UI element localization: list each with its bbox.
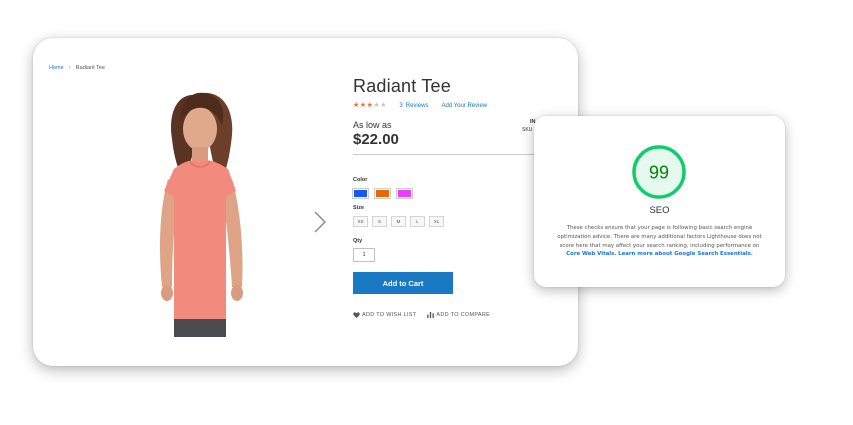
- seo-description-text: These checks ensure that your page is fo…: [557, 225, 762, 249]
- add-to-wishlist-link[interactable]: ADD TO WISH LIST: [353, 312, 416, 318]
- star-empty-icon: ★: [380, 102, 387, 109]
- color-swatch-purple[interactable]: [396, 188, 413, 199]
- product-photo: [138, 87, 263, 337]
- size-option-xl[interactable]: XL: [429, 216, 444, 227]
- color-label: Color: [353, 177, 368, 183]
- compare-label: ADD TO COMPARE: [436, 312, 491, 318]
- size-option-xs[interactable]: XS: [353, 216, 368, 227]
- color-swatch-blue[interactable]: [352, 188, 369, 199]
- star-icon: ★: [359, 102, 367, 109]
- add-to-compare-link[interactable]: ADD TO COMPARE: [427, 312, 490, 318]
- seo-score-gauge: 99: [632, 145, 686, 199]
- reviews-link[interactable]: 3 Reviews: [399, 103, 428, 109]
- color-swatch-orange[interactable]: [374, 188, 391, 199]
- seo-score-card: 99 SEO These checks ensure that your pag…: [534, 116, 785, 287]
- size-label: Size: [353, 205, 365, 211]
- product-title: Radiant Tee: [353, 76, 451, 96]
- breadcrumb-home-link[interactable]: Home: [49, 65, 64, 71]
- sku-label: SKU: [522, 127, 533, 133]
- rating-summary: ★ ★ ★ ★ ★ 3 Reviews Add Your Review: [353, 102, 578, 109]
- reviews-word: Reviews: [405, 102, 429, 109]
- size-option-s[interactable]: S: [372, 216, 387, 227]
- qty-label: Qty: [353, 238, 363, 244]
- star-empty-icon: ★: [373, 102, 380, 109]
- color-swatches: [352, 188, 413, 199]
- seo-description: These checks ensure that your page is fo…: [552, 224, 767, 259]
- breadcrumb-separator-icon: ›: [68, 65, 71, 71]
- star-icon: ★: [366, 102, 373, 109]
- wishlist-label: ADD TO WISH LIST: [362, 312, 417, 318]
- breadcrumb: Home › Radiant Tee: [49, 65, 105, 71]
- review-count: 3: [399, 102, 403, 109]
- seo-score-value: 99: [649, 163, 669, 183]
- size-option-m[interactable]: M: [391, 216, 406, 227]
- product-actions: ADD TO WISH LIST ADD TO COMPARE: [353, 312, 490, 318]
- star-rating: ★ ★ ★ ★ ★: [353, 102, 386, 109]
- gallery-next-icon[interactable]: [313, 210, 327, 234]
- product-page-card: Home › Radiant Tee Radiant Tee ★ ★ ★ ★ ★…: [33, 38, 578, 366]
- qty-input[interactable]: 1: [353, 248, 375, 262]
- breadcrumb-current: Radiant Tee: [75, 65, 105, 71]
- star-icon: ★: [353, 102, 360, 109]
- seo-title: SEO: [649, 205, 670, 216]
- add-review-link[interactable]: Add Your Review: [441, 103, 487, 109]
- compare-chart-icon: [427, 312, 435, 318]
- size-options: XS S M L XL: [353, 216, 444, 227]
- add-to-cart-button[interactable]: Add to Cart: [353, 272, 453, 294]
- heart-icon: [353, 312, 360, 318]
- search-essentials-link[interactable]: Learn more about Google Search Essential…: [618, 251, 753, 257]
- size-option-l[interactable]: L: [410, 216, 425, 227]
- core-web-vitals-link[interactable]: Core Web Vitals.: [566, 251, 616, 257]
